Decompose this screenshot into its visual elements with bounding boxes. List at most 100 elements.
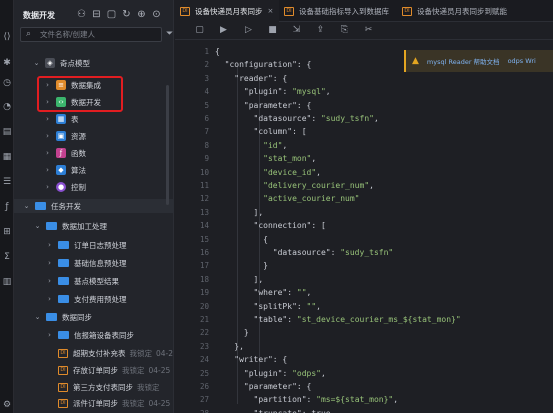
code-line: "delivery_courier_num", bbox=[263, 181, 374, 190]
import-icon[interactable]: ⇲ bbox=[291, 25, 302, 36]
line-number: 13 bbox=[199, 207, 209, 217]
tree-node-overdue-payment[interactable]: DI 超期支付补充表 我锁定 04-2 bbox=[58, 346, 173, 360]
tree-folder-data-processing[interactable]: ⌄ 数据加工处理 bbox=[33, 219, 107, 233]
sidebar-title: 数据开发 bbox=[23, 11, 55, 20]
code-line: "plugin": "mysql", bbox=[243, 87, 331, 97]
code-line: "datasource": "sudy_tsfn", bbox=[253, 114, 379, 123]
odps-writer-help-link[interactable]: odps Wri bbox=[508, 57, 536, 65]
tree-item-table[interactable]: › ▦ 表 bbox=[43, 112, 79, 126]
tab-device-courier-sync-empower[interactable]: DI 设备快递员月表同步到赋能 bbox=[397, 0, 553, 22]
history-icon[interactable]: ◔ bbox=[2, 102, 12, 112]
tree-folder-qidian-model[interactable]: ⌄ ◈ 奇点模型 bbox=[32, 56, 90, 70]
table-icon: ▦ bbox=[56, 114, 66, 124]
tree-folder-payment-fee[interactable]: › 支付费用预处理 bbox=[45, 292, 126, 306]
code-line: "parameter": { bbox=[243, 100, 312, 110]
di-node-icon: DI bbox=[58, 382, 68, 392]
di-tab-icon: DI bbox=[402, 6, 412, 16]
code-line: ], bbox=[215, 274, 264, 284]
line-number: 10 bbox=[199, 167, 209, 177]
line-number: 26 bbox=[199, 382, 209, 391]
clock-icon[interactable]: ◷ bbox=[2, 78, 12, 88]
caret-right-icon: › bbox=[46, 183, 49, 191]
tree-folder-base-model[interactable]: › 基点模型结果 bbox=[45, 274, 119, 288]
tree-item-control[interactable]: › ● 控制 bbox=[43, 180, 86, 194]
grid-icon[interactable]: ⊞ bbox=[2, 227, 12, 237]
folder-icon bbox=[58, 241, 69, 249]
line-number: 14 bbox=[199, 221, 209, 231]
folder-icon bbox=[46, 313, 57, 321]
line-number: 25 bbox=[199, 368, 209, 378]
filter-icon[interactable]: ⏷ bbox=[166, 29, 173, 39]
di-node-icon: DI bbox=[58, 365, 68, 375]
building-icon[interactable]: ▥ bbox=[2, 277, 12, 287]
line-number: 21 bbox=[199, 315, 209, 324]
run-icon[interactable]: ▶ bbox=[218, 25, 229, 36]
format-icon[interactable]: ⎘ bbox=[339, 25, 350, 36]
line-number: 17 bbox=[199, 261, 209, 271]
code-line: "active_courier_num" bbox=[263, 194, 360, 204]
tree-node-third-party-payment[interactable]: DI 第三方支付表同步 我锁定 bbox=[58, 380, 160, 394]
code-line: { bbox=[215, 234, 268, 244]
import-icon[interactable]: ▢ bbox=[106, 9, 117, 20]
caret-right-icon: › bbox=[48, 295, 51, 303]
refresh-icon[interactable]: ↻ bbox=[121, 9, 132, 20]
close-icon[interactable]: × bbox=[268, 7, 274, 15]
tree-folder-basic-info[interactable]: › 基础信息预处理 bbox=[45, 256, 126, 270]
code-line: "splitPk": "", bbox=[253, 301, 321, 311]
line-number: 1 bbox=[204, 47, 209, 56]
line-number: 7 bbox=[204, 127, 209, 137]
search-icon: ⌕ bbox=[26, 29, 32, 39]
caret-right-icon: › bbox=[48, 331, 51, 339]
locate-icon[interactable]: ⊕ bbox=[136, 9, 147, 20]
table-icon[interactable]: ▦ bbox=[2, 152, 12, 162]
folder-icon bbox=[58, 295, 69, 303]
code-line: "parameter": { bbox=[243, 382, 312, 391]
line-number: 15 bbox=[199, 234, 209, 244]
code-line: "stat_mon", bbox=[263, 154, 317, 164]
code-line: "truncate": true, bbox=[215, 409, 336, 413]
line-number: 11 bbox=[199, 181, 209, 190]
create-icon[interactable]: ⊙ bbox=[151, 9, 162, 20]
activity-rail: ⟨⟩ ✱ ◷ ◔ ▤ ▦ ☰ ƒ ⊞ Σ ▥ ⚙ bbox=[0, 0, 14, 413]
tree-folder-mailbox-device[interactable]: › 信报箱设备表同步 bbox=[45, 328, 134, 342]
tree-item-function[interactable]: › ƒ 函数 bbox=[43, 146, 86, 160]
settings-gear-icon[interactable]: ⚙ bbox=[2, 400, 12, 410]
caret-down-icon: ⌄ bbox=[34, 313, 41, 321]
caret-right-icon: › bbox=[46, 132, 49, 140]
tree-item-algorithm[interactable]: › ◆ 算法 bbox=[43, 163, 86, 177]
code-icon[interactable]: ⟨⟩ bbox=[2, 32, 12, 42]
settings-icon[interactable]: ✂ bbox=[363, 25, 374, 36]
search-box: ⌕ bbox=[20, 27, 162, 42]
tree-folder-data-sync[interactable]: ⌄ 数据同步 bbox=[33, 310, 92, 324]
function-icon[interactable]: ƒ bbox=[2, 202, 12, 212]
save-icon[interactable]: ▢ bbox=[194, 25, 205, 36]
tab-device-basic-metrics-import[interactable]: DI 设备基础指标导入到数据库 bbox=[279, 0, 397, 22]
di-node-icon: DI bbox=[58, 398, 68, 408]
code-line: "connection": [ bbox=[253, 221, 326, 231]
line-number-gutter: 1 2 3 4 5 6 7 8 9 10 11 12 13 14 15 16 17 18 19 20 21 22 23 24 2… bbox=[175, 40, 209, 413]
tree-item-resource[interactable]: › ▣ 资源 bbox=[43, 129, 86, 143]
tab-device-courier-monthly-sync[interactable]: DI 设备快递员月表同步 × bbox=[175, 0, 279, 22]
publish-icon[interactable]: ⇪ bbox=[315, 25, 326, 36]
tree-folder-order-log[interactable]: › 订单日志预处理 bbox=[45, 238, 126, 252]
stop-icon[interactable]: ■ bbox=[267, 25, 278, 36]
code-editor[interactable]: 1 2 3 4 5 6 7 8 9 10 11 12 13 14 15 16 17 18 19 20 21 22 23 24 2… bbox=[175, 40, 553, 413]
mysql-reader-help-link[interactable]: mysql Reader 帮助文档 bbox=[427, 56, 500, 66]
caret-right-icon: › bbox=[46, 149, 49, 157]
tree-folder-task-development[interactable]: ⌄ 任务开发 bbox=[22, 199, 81, 213]
list-icon[interactable]: ☰ bbox=[2, 177, 12, 187]
folder-icon bbox=[58, 277, 69, 285]
sidebar-scrollbar[interactable] bbox=[166, 85, 169, 205]
tree-node-dispatch-orders[interactable]: DI 派件订单同步 我锁定 04-25 bbox=[58, 397, 170, 409]
briefcase-icon[interactable]: ▤ bbox=[2, 127, 12, 137]
tree-node-stored-orders[interactable]: DI 存放订单同步 我锁定 04-25 bbox=[58, 363, 170, 377]
tree-icon[interactable]: ⊟ bbox=[91, 9, 102, 20]
search-input[interactable] bbox=[40, 28, 158, 41]
code-line: "writer": { bbox=[234, 355, 288, 365]
sigma-icon[interactable]: Σ bbox=[2, 252, 12, 262]
line-number: 8 bbox=[204, 140, 209, 150]
run-params-icon[interactable]: ▷ bbox=[243, 25, 254, 36]
user-icon[interactable]: ⚇ bbox=[76, 9, 87, 20]
puzzle-icon[interactable]: ✱ bbox=[2, 58, 12, 68]
di-tab-icon: DI bbox=[284, 6, 294, 16]
